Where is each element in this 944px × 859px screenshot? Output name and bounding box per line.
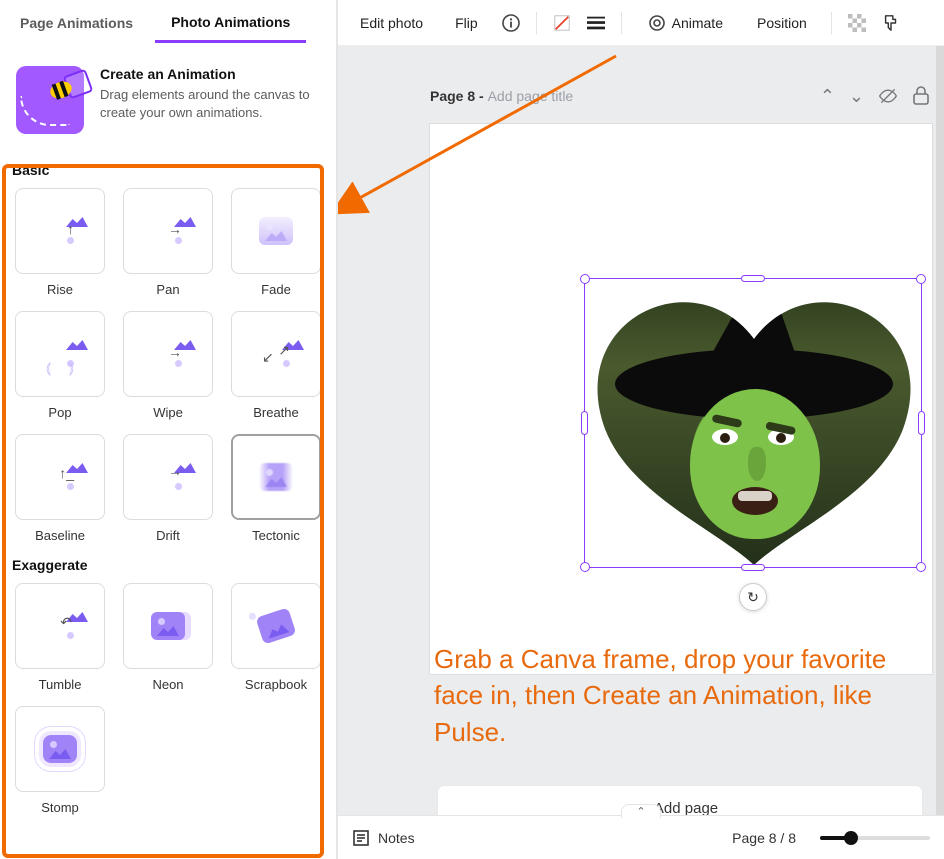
editor-area: Edit photo Flip Animate Position [338, 0, 944, 859]
notes-label: Notes [378, 830, 415, 846]
create-animation-desc: Drag elements around the canvas to creat… [100, 86, 320, 121]
anim-breathe[interactable]: ↗↙ Breathe [228, 311, 324, 420]
create-animation-title: Create an Animation [100, 66, 320, 82]
photo-content [585, 279, 921, 567]
create-animation-thumb [16, 66, 84, 134]
resize-handle[interactable] [916, 274, 926, 284]
anim-fade[interactable]: Fade [228, 188, 324, 297]
selected-frame[interactable]: ↻ [584, 278, 922, 568]
footer-bar: ⌃ Notes Page 8 / 8 [338, 815, 944, 859]
basic-grid: ↑ Rise → Pan Fade ⦅⦆ Pop → Wipe [8, 188, 328, 543]
anim-wipe[interactable]: → Wipe [120, 311, 216, 420]
canvas-page[interactable]: ↻ [430, 124, 932, 674]
anim-label: Tectonic [252, 528, 300, 543]
anim-tumble[interactable]: ↶ Tumble [12, 583, 108, 692]
animate-button[interactable]: Animate [638, 8, 733, 38]
resize-edge[interactable] [741, 564, 765, 571]
transparency-icon[interactable] [848, 14, 866, 32]
page-header: Page 8 - Add page title ⌃ ⌄ [430, 76, 930, 116]
anim-rise[interactable]: ↑ Rise [12, 188, 108, 297]
anim-label: Pop [48, 405, 71, 420]
separator [536, 12, 537, 34]
anim-label: Tumble [39, 677, 82, 692]
rotate-handle[interactable]: ↻ [739, 583, 767, 611]
flip-button[interactable]: Flip [447, 9, 486, 37]
hide-page-icon[interactable] [878, 86, 898, 107]
anim-label: Rise [47, 282, 73, 297]
page-counter: Page 8 / 8 [732, 830, 796, 846]
page-title[interactable]: Page 8 - Add page title [430, 88, 573, 104]
anim-baseline[interactable]: ↑_ Baseline [12, 434, 108, 543]
page-up-icon[interactable]: ⌃ [820, 86, 835, 107]
create-animation-card[interactable]: Create an Animation Drag elements around… [8, 56, 328, 148]
section-basic-heading: Basic [12, 162, 324, 178]
position-button[interactable]: Position [749, 9, 815, 37]
border-weight-icon[interactable] [587, 14, 605, 32]
app-root: Page Animations Photo Animations Create … [0, 0, 944, 859]
scrollbar[interactable] [936, 46, 944, 815]
notes-button[interactable]: Notes [352, 829, 415, 847]
anim-label: Wipe [153, 405, 183, 420]
no-color-icon[interactable] [553, 14, 571, 32]
edit-photo-button[interactable]: Edit photo [352, 9, 431, 37]
page-title-placeholder: Add page title [488, 88, 574, 104]
anim-neon[interactable]: Neon [120, 583, 216, 692]
context-toolbar: Edit photo Flip Animate Position [338, 0, 944, 46]
anim-label: Scrapbook [245, 677, 307, 692]
panel-tabs: Page Animations Photo Animations [0, 0, 336, 46]
canvas-stage: Page 8 - Add page title ⌃ ⌄ [338, 46, 944, 815]
anim-tectonic[interactable]: Tectonic [228, 434, 324, 543]
anim-scrapbook[interactable]: Scrapbook [228, 583, 324, 692]
page-controls: ⌃ ⌄ [820, 86, 930, 107]
zoom-slider[interactable] [820, 836, 930, 840]
lock-icon[interactable] [912, 86, 930, 107]
page-down-icon[interactable]: ⌄ [849, 86, 864, 107]
resize-edge[interactable] [741, 275, 765, 282]
anim-pop[interactable]: ⦅⦆ Pop [12, 311, 108, 420]
annotation-caption: Grab a Canva frame, drop your favorite f… [434, 641, 904, 750]
animate-label: Animate [672, 15, 723, 31]
resize-edge[interactable] [918, 411, 925, 435]
anim-label: Drift [156, 528, 180, 543]
collapse-footer-icon[interactable]: ⌃ [621, 804, 661, 818]
panel-body: Create an Animation Drag elements around… [0, 46, 336, 859]
anim-label: Fade [261, 282, 291, 297]
resize-edge[interactable] [581, 411, 588, 435]
page-number: Page 8 [430, 88, 475, 104]
anim-pan[interactable]: → Pan [120, 188, 216, 297]
resize-handle[interactable] [916, 562, 926, 572]
anim-label: Baseline [35, 528, 85, 543]
exaggerate-grid: ↶ Tumble Neon Scrapbook Stomp [8, 583, 328, 815]
anim-label: Neon [152, 677, 183, 692]
animate-icon [648, 14, 666, 32]
anim-label: Breathe [253, 405, 299, 420]
separator [621, 12, 622, 34]
tab-photo-animations[interactable]: Photo Animations [155, 4, 306, 43]
tab-page-animations[interactable]: Page Animations [4, 5, 149, 41]
anim-stomp[interactable]: Stomp [12, 706, 108, 815]
anim-label: Stomp [41, 800, 79, 815]
anim-drift[interactable]: → Drift [120, 434, 216, 543]
page-sep: - [475, 88, 487, 104]
heart-frame [585, 279, 921, 567]
animations-panel: Page Animations Photo Animations Create … [0, 0, 338, 859]
notes-icon [352, 829, 370, 847]
info-icon[interactable] [502, 14, 520, 32]
resize-handle[interactable] [580, 562, 590, 572]
copy-style-icon[interactable] [882, 14, 900, 32]
add-page-button[interactable]: + Add page [438, 786, 922, 815]
anim-label: Pan [156, 282, 179, 297]
section-exaggerate-heading: Exaggerate [12, 557, 324, 573]
separator [831, 12, 832, 34]
resize-handle[interactable] [580, 274, 590, 284]
